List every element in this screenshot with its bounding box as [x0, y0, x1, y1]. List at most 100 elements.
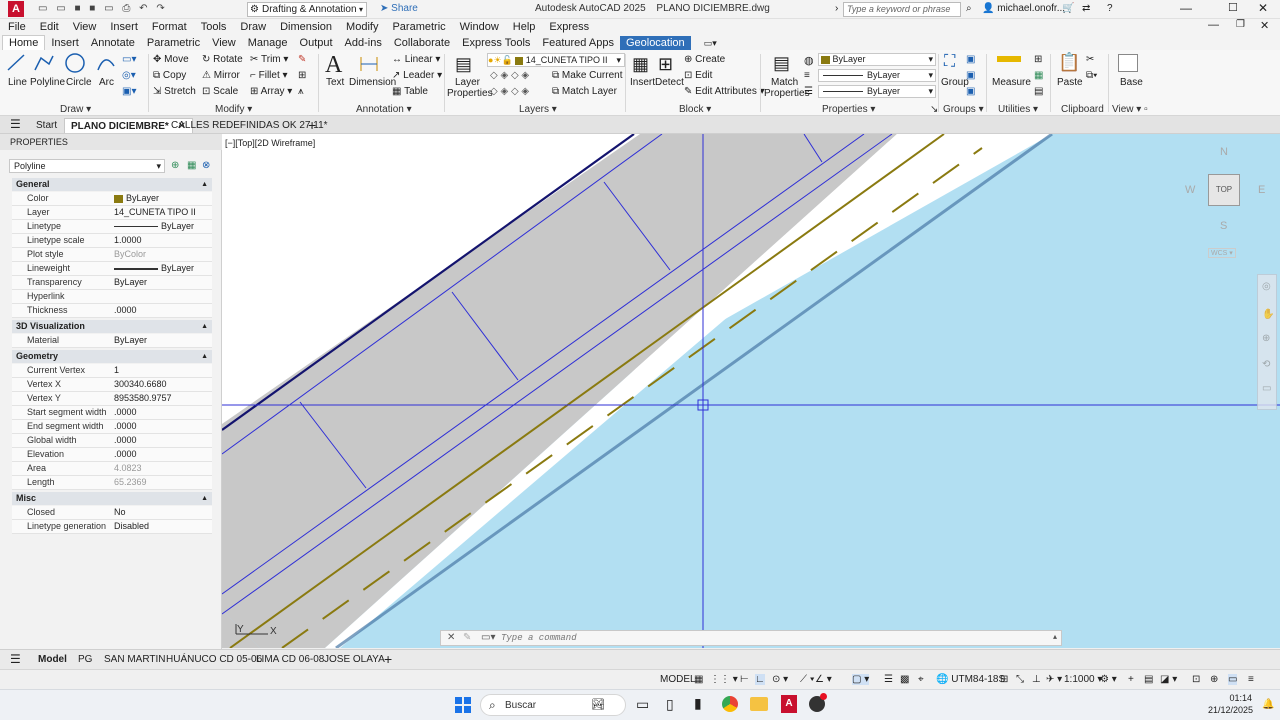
menu-express[interactable]: Express — [542, 19, 596, 35]
property-value[interactable]: ByLayer — [114, 193, 159, 203]
web-icon[interactable]: ▭ — [104, 3, 113, 14]
clean-screen-icon[interactable]: ⊕ — [1210, 674, 1218, 685]
property-value[interactable]: .0000 — [114, 435, 137, 445]
add-layout-icon[interactable]: + — [384, 651, 392, 667]
tab-manage[interactable]: Manage — [242, 36, 294, 51]
layer-tools-icons-2[interactable]: ◇ ◈ ◇ ◈ — [490, 86, 529, 97]
object-snap-tracking-icon[interactable]: ∠ ▾ — [815, 674, 832, 685]
open-icon[interactable]: ▭ — [56, 3, 65, 14]
drawing-canvas[interactable]: [−][Top][2D Wireframe] N W E S TOP WCS ▾… — [222, 134, 1280, 648]
property-value[interactable]: Disabled — [114, 521, 149, 531]
region-icon[interactable]: ▣▾ — [122, 86, 136, 97]
property-row[interactable]: Linetype ByLayer — [12, 220, 212, 234]
property-value[interactable]: 1.0000 — [114, 235, 142, 245]
property-value[interactable]: 1 — [114, 365, 119, 375]
snap-icon[interactable]: ⋮⋮ ▾ — [710, 674, 738, 685]
dimension-button[interactable]: Dimension — [349, 77, 396, 88]
menu-format[interactable]: Format — [145, 19, 194, 35]
layer-tools-icons[interactable]: ◇ ◈ ◇ ◈ — [490, 70, 529, 81]
scale-button[interactable]: ⊡ Scale — [202, 86, 238, 97]
model-space-toggle[interactable]: MODEL — [660, 674, 696, 685]
tab-featured-apps[interactable]: Featured Apps — [536, 36, 620, 51]
linear-button[interactable]: ↔ Linear ▾ — [392, 54, 440, 65]
graphics-icon[interactable]: ▭ — [1228, 674, 1238, 685]
property-value[interactable]: 14_CUNETA TIPO II — [114, 207, 196, 217]
property-value[interactable]: ByLayer — [114, 277, 147, 287]
panel-layers-label[interactable]: Layers ▾ — [519, 104, 557, 115]
linetype-dropdown[interactable]: ByLayer ▾ — [818, 85, 936, 98]
property-value[interactable]: ByLayer — [114, 335, 147, 345]
tab-start[interactable]: Start — [30, 118, 63, 133]
tab-output[interactable]: Output — [294, 36, 339, 51]
customize-command-icon[interactable]: ✎ — [463, 632, 471, 643]
property-value[interactable]: ByColor — [114, 249, 146, 259]
collapse-icon[interactable]: ▲ — [201, 178, 208, 191]
task-view-icon[interactable]: ▭ — [636, 696, 649, 713]
make-current-button[interactable]: ⧉ Make Current — [552, 70, 623, 81]
menu-edit[interactable]: Edit — [33, 19, 66, 35]
workspace-switch-icon[interactable]: ⚙ ▾ — [1100, 674, 1117, 685]
panel-clipboard-label[interactable]: Clipboard — [1061, 104, 1104, 115]
property-value[interactable]: .0000 — [114, 421, 137, 431]
doc-close-button[interactable]: ✕ — [1260, 19, 1269, 32]
exchange-icon[interactable]: ⇄ — [1082, 3, 1090, 14]
hamburger-icon[interactable]: ☰ — [10, 652, 21, 666]
group-select-icon[interactable]: ▣ — [966, 86, 975, 97]
menu-view[interactable]: View — [66, 19, 104, 35]
recent-commands-icon[interactable]: ▭▾ — [481, 632, 495, 643]
create-block-button[interactable]: ⊕ Create — [684, 54, 725, 65]
group-edit-icon[interactable]: ▣ — [966, 70, 975, 81]
clock-date[interactable]: 21/12/2025 — [1208, 705, 1253, 715]
doc-minimize-button[interactable]: — — [1208, 19, 1219, 31]
match-layer-button[interactable]: ⧉ Match Layer — [552, 86, 617, 97]
search-icon[interactable]: ⌕ — [966, 3, 972, 14]
undo-icon[interactable]: ↶ — [139, 3, 147, 14]
copy-clip-icon[interactable]: ⧉▾ — [1086, 70, 1097, 81]
quick-select-icon[interactable]: ⊗ — [202, 160, 210, 171]
layout-tab-model[interactable]: Model — [38, 653, 67, 667]
erase-icon[interactable]: ✎ — [298, 54, 306, 65]
layout-tab-jose-olaya[interactable]: JOSE OLAYA — [324, 653, 385, 667]
pan-icon[interactable]: ✋ — [1262, 309, 1274, 320]
property-row[interactable]: Lineweight ByLayer — [12, 262, 212, 276]
property-row[interactable]: Length 65.2369 — [12, 476, 212, 490]
menu-draw[interactable]: Draw — [233, 19, 273, 35]
arc-button[interactable]: Arc — [99, 77, 114, 88]
selection-cycling-icon[interactable]: ⊞ — [1000, 674, 1008, 685]
ungroup-icon[interactable]: ▣ — [966, 54, 975, 65]
infer-constraints-icon[interactable]: ⊢ — [740, 674, 749, 685]
insert-button[interactable]: Insert — [630, 77, 655, 88]
grid-icon[interactable]: ▦ — [694, 674, 703, 685]
app-logo[interactable]: A — [8, 1, 24, 17]
section-geometry[interactable]: Geometry ▲ — [12, 350, 212, 363]
tab-express-tools[interactable]: Express Tools — [456, 36, 536, 51]
share-button[interactable]: ➤ Share — [380, 3, 418, 14]
print-icon[interactable]: ⎙ — [122, 3, 130, 14]
measure-button[interactable]: Measure — [992, 77, 1031, 88]
help-icon[interactable]: ? — [1107, 3, 1113, 14]
section-misc[interactable]: Misc ▲ — [12, 492, 212, 505]
panel-utilities-label[interactable]: Utilities ▾ — [998, 104, 1038, 115]
edit-block-button[interactable]: ⊡ Edit — [684, 70, 712, 81]
showmotion-icon[interactable]: ▭ — [1262, 383, 1271, 394]
viewport-controls[interactable]: [−][Top][2D Wireframe] — [225, 138, 315, 148]
property-row[interactable]: Start segment width .0000 — [12, 406, 212, 420]
ribbon-toggle-icon[interactable]: ▭▾ — [704, 38, 717, 48]
customize-status-icon[interactable]: ≡ — [1248, 674, 1254, 685]
menu-parametric[interactable]: Parametric — [385, 19, 452, 35]
stretch-button[interactable]: ⇲ Stretch — [153, 86, 196, 97]
tab-home[interactable]: Home — [2, 35, 46, 51]
isolate-objects-icon[interactable]: ◪ ▾ — [1160, 674, 1177, 685]
lineweight-dropdown[interactable]: ByLayer ▾ — [818, 69, 936, 82]
color-dropdown[interactable]: ByLayer ▾ — [818, 53, 936, 66]
text-button[interactable]: Text — [326, 77, 344, 88]
calculator-icon[interactable]: ▤ — [1034, 86, 1043, 97]
layout-tab-pg[interactable]: PG — [78, 653, 92, 667]
layer-properties-button[interactable]: Layer — [455, 77, 480, 88]
hamburger-icon[interactable]: ☰ — [10, 117, 21, 131]
property-value[interactable]: 300340.6680 — [114, 379, 167, 389]
panel-block-label[interactable]: Block ▾ — [679, 104, 711, 115]
select-objects-icon[interactable]: ▦ — [187, 160, 196, 171]
mirror-button[interactable]: ⚠ Mirror — [202, 70, 240, 81]
property-value[interactable]: ByLayer — [114, 263, 194, 273]
